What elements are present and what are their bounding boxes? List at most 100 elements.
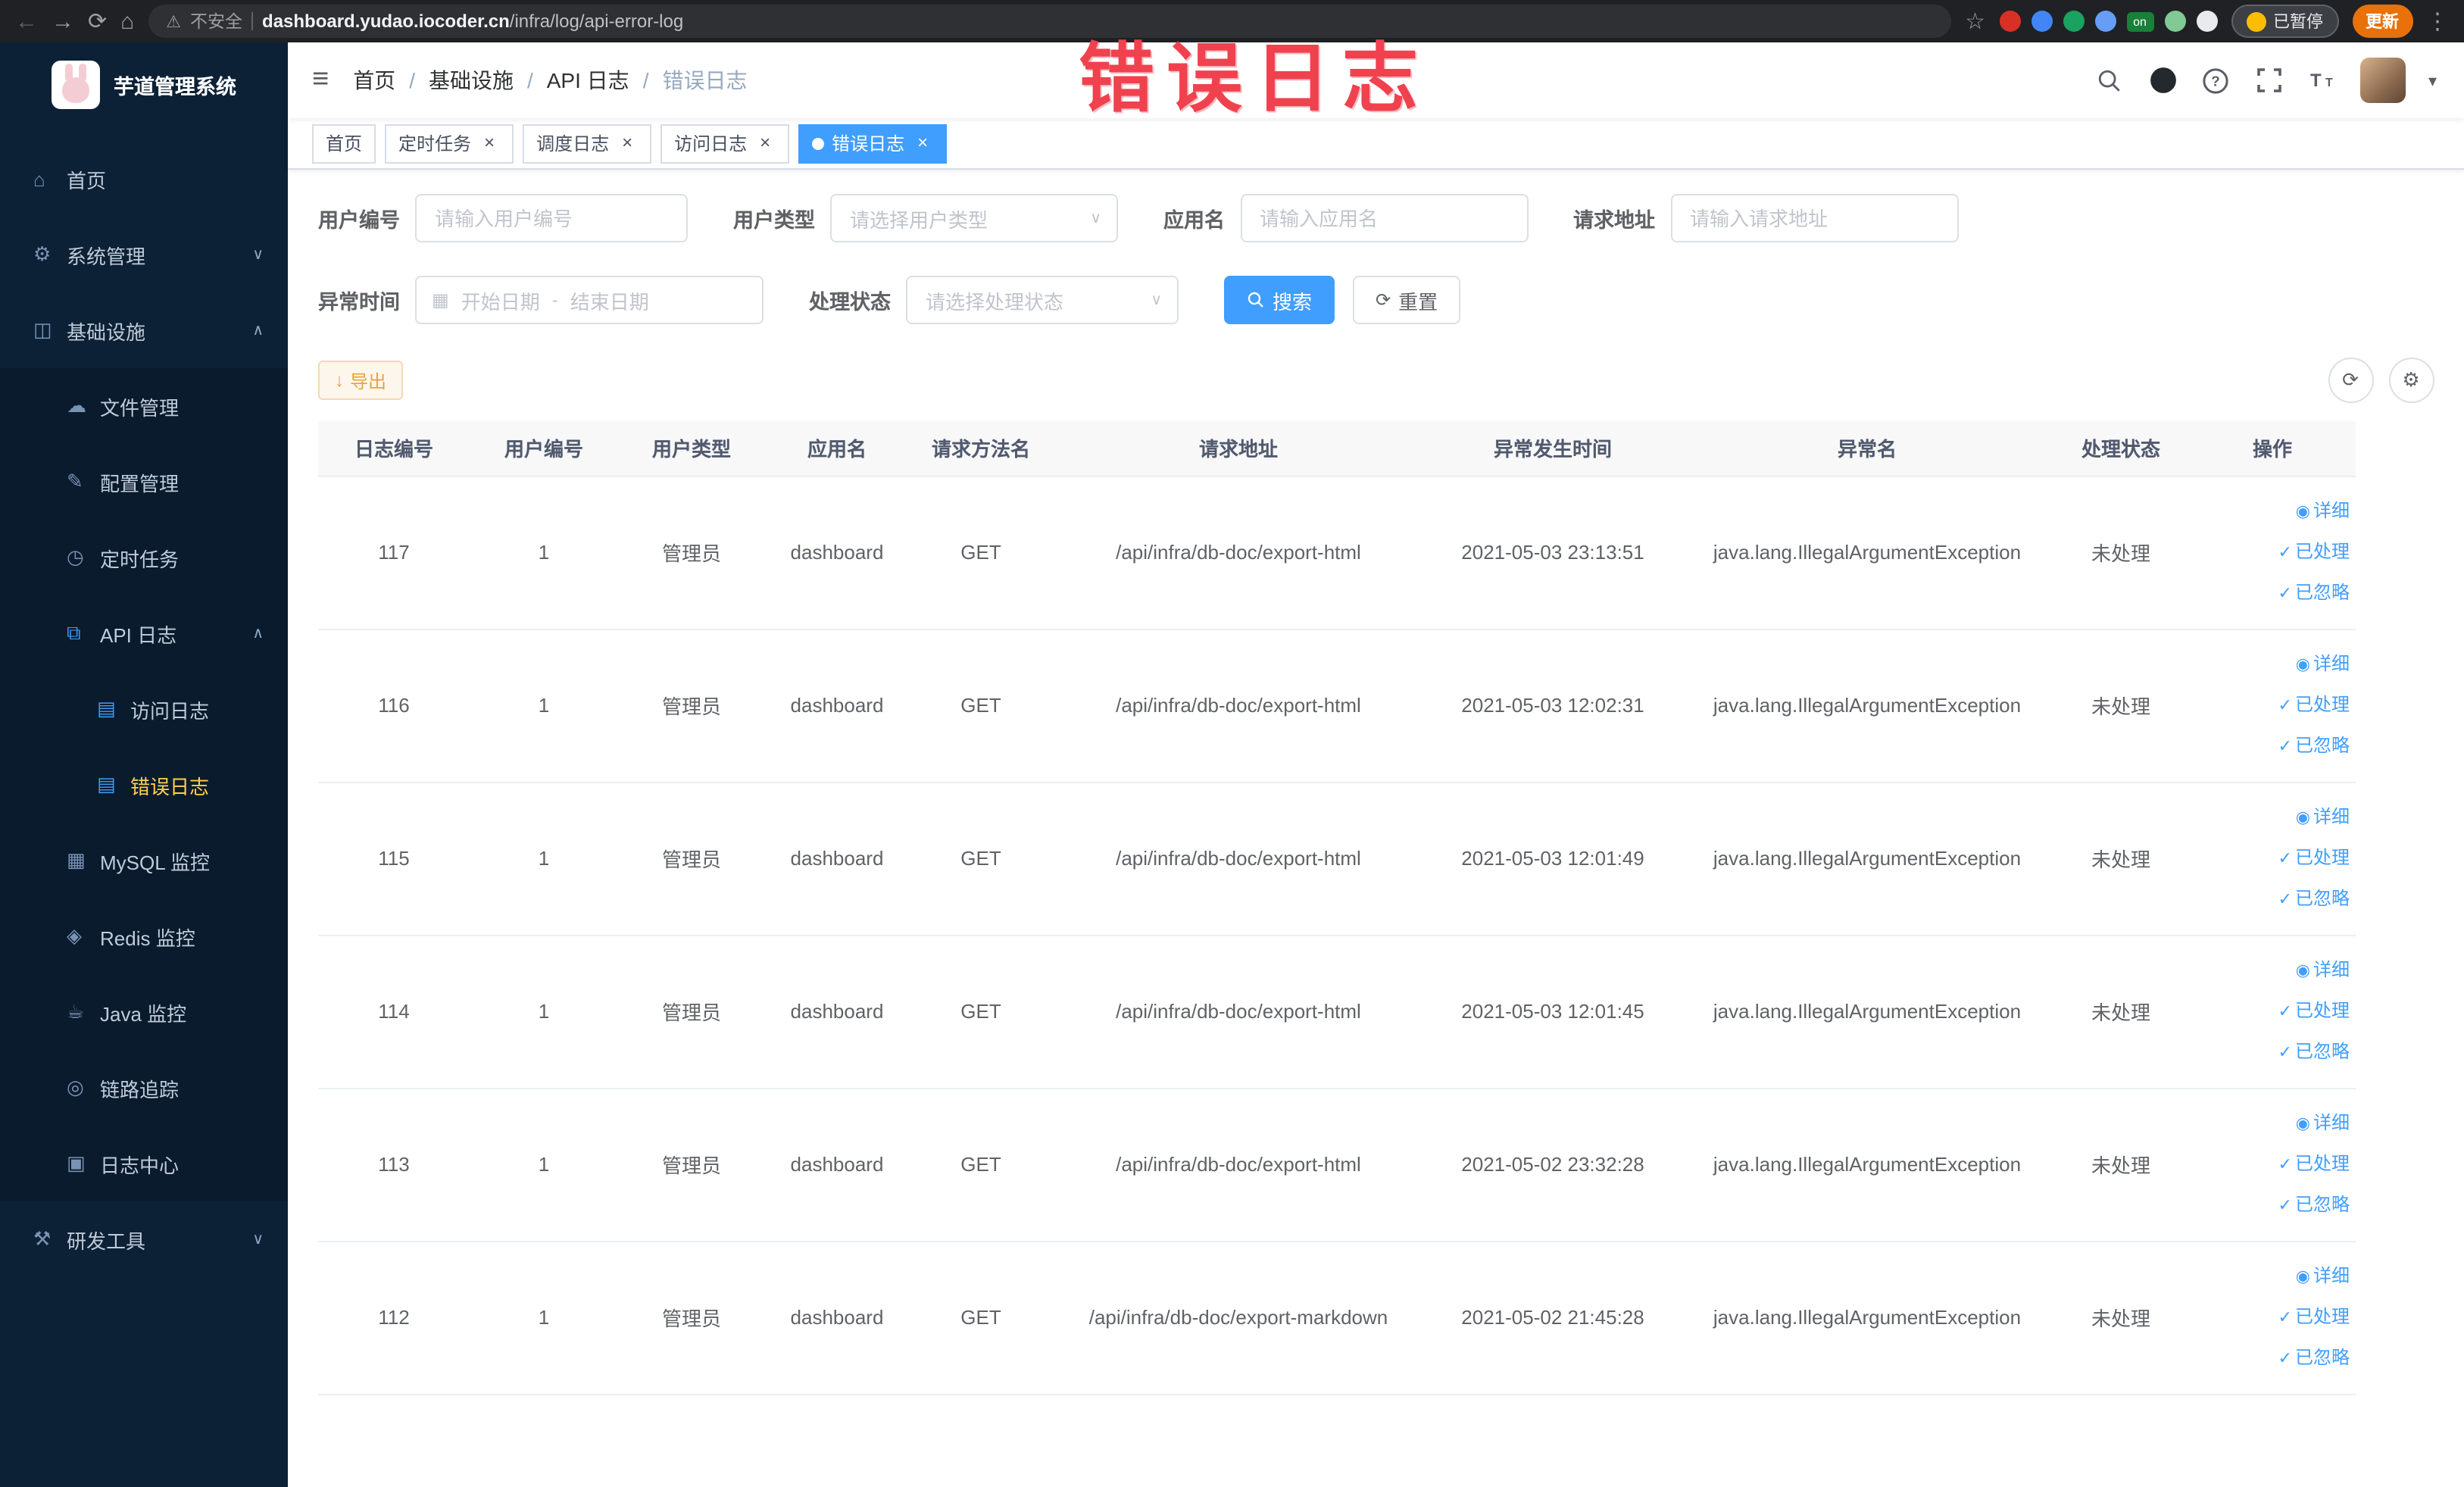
paused-label: 已暂停 [2273, 14, 2323, 32]
browser-home-icon[interactable]: ⌂ [120, 10, 134, 33]
help-icon[interactable]: ? [2201, 65, 2231, 95]
tab-scheduled-tasks[interactable]: 定时任务 × [385, 123, 514, 163]
sidebar-item-home[interactable]: ⌂ 首页 [0, 141, 288, 217]
exception-time-label: 异常时间 [318, 291, 400, 314]
sidebar-item-dev-tools[interactable]: ⚒ 研发工具 ∨ [0, 1201, 288, 1277]
action-label: 详细 [2313, 806, 2350, 827]
action-ignored-link[interactable]: ✓ 已忽略 [2197, 879, 2350, 920]
action-processed-link[interactable]: ✓ 已处理 [2197, 838, 2350, 879]
sidebar-item-infrastructure[interactable]: ◫ 基础设施 ∧ [0, 292, 288, 368]
action-ignored-link[interactable]: ✓ 已忽略 [2197, 1032, 2350, 1073]
logo[interactable]: 芋道管理系统 [0, 42, 288, 126]
sidebar-item-scheduled-tasks[interactable]: ◷ 定时任务 [0, 520, 288, 595]
update-button[interactable]: 更新 [2352, 5, 2412, 38]
sidebar-item-log-center[interactable]: ▣ 日志中心 [0, 1126, 288, 1201]
sidebar-item-access-logs[interactable]: ▤ 访问日志 [0, 671, 288, 747]
sidebar-item-redis-monitor[interactable]: ◈ Redis 监控 [0, 898, 288, 974]
sidebar-item-config-management[interactable]: ✎ 配置管理 [0, 444, 288, 520]
exception-time-range-picker[interactable]: ▦ 开始日期 - 结束日期 [415, 276, 764, 324]
export-button[interactable]: ↓ 导出 [318, 361, 404, 400]
sidebar-item-file-management[interactable]: ☁ 文件管理 [0, 368, 288, 444]
action-detail-link[interactable]: ◉ 详细 [2197, 491, 2350, 532]
tab-schedule-logs[interactable]: 调度日志 × [523, 123, 652, 163]
breadcrumb-item[interactable]: 首页 [353, 65, 395, 95]
user-type-select[interactable]: 请选择用户类型 ∨ [830, 194, 1118, 242]
tab-label: 错误日志 [832, 133, 905, 155]
tab-home[interactable]: 首页 [312, 123, 376, 163]
eye-icon: ◉ [2295, 1115, 2310, 1133]
avatar-caret-down-icon[interactable]: ▾ [2428, 70, 2437, 90]
tab-error-logs[interactable]: 错误日志 × [798, 123, 948, 163]
action-detail-link[interactable]: ◉ 详细 [2197, 950, 2350, 991]
action-processed-link[interactable]: ✓ 已处理 [2197, 1144, 2350, 1185]
extension-leaf-icon[interactable] [2164, 11, 2185, 32]
hamburger-icon[interactable]: ≡ [288, 64, 353, 97]
action-processed-link[interactable]: ✓ 已处理 [2197, 532, 2350, 573]
breadcrumb-item[interactable]: 基础设施 [429, 65, 514, 95]
refresh-table-button[interactable]: ⟳ [2328, 358, 2373, 403]
sidebar-item-java-monitor[interactable]: ☕ Java 监控 [0, 974, 288, 1050]
user-id-input[interactable] [415, 194, 688, 242]
sidebar-item-mysql-monitor[interactable]: ▦ MySQL 监控 [0, 823, 288, 898]
action-label: 详细 [2313, 1112, 2350, 1133]
close-tab-icon[interactable]: × [617, 132, 638, 154]
action-ignored-link[interactable]: ✓ 已忽略 [2197, 1185, 2350, 1226]
cell-user-type: 管理员 [618, 1088, 765, 1242]
extension-blue-drop-icon[interactable] [2031, 11, 2052, 32]
column-settings-button[interactable]: ⚙ [2388, 358, 2434, 403]
process-status-select[interactable]: 请选择处理状态 ∨ [906, 276, 1179, 324]
browser-menu-kebab-icon[interactable]: ⋮ [2426, 10, 2449, 33]
search-icon[interactable] [2095, 65, 2125, 95]
cell-url: /api/infra/db-doc/export-html [1053, 1088, 1424, 1242]
cell-app-name: dashboard [765, 629, 909, 783]
browser-back-icon[interactable]: ← [15, 10, 38, 33]
search-button-label: 搜索 [1273, 290, 1313, 313]
action-ignored-link[interactable]: ✓ 已忽略 [2197, 1338, 2350, 1379]
cell-log-id: 117 [318, 476, 470, 629]
app-name-label: 应用名 [1163, 209, 1225, 232]
bookmark-star-icon[interactable]: ☆ [1965, 10, 1985, 33]
action-processed-link[interactable]: ✓ 已处理 [2197, 991, 2350, 1032]
close-tab-icon[interactable]: × [479, 132, 500, 154]
sidebar-item-api-logs[interactable]: ⧉ API 日志 ∧ [0, 595, 288, 671]
browser-forward-icon[interactable]: → [52, 10, 74, 33]
extension-green-circle-icon[interactable] [2063, 11, 2084, 32]
extension-paw-icon[interactable] [2196, 11, 2217, 32]
tab-label: 访问日志 [674, 133, 748, 155]
search-button[interactable]: 搜索 [1224, 276, 1335, 324]
reset-button[interactable]: ⟳ 重置 [1353, 276, 1461, 324]
app-name-input[interactable] [1240, 194, 1528, 242]
breadcrumb-item[interactable]: API 日志 [547, 65, 629, 95]
action-detail-link[interactable]: ◉ 详细 [2197, 797, 2350, 838]
browser-refresh-icon[interactable]: ⟳ [88, 10, 107, 33]
close-tab-icon[interactable]: × [912, 132, 933, 154]
user-avatar[interactable] [2359, 58, 2406, 103]
extension-on-badge[interactable]: on [2126, 11, 2153, 31]
action-label: 已忽略 [2294, 1041, 2350, 1062]
sidebar-item-link-tracing[interactable]: ◎ 链路追踪 [0, 1050, 288, 1126]
action-ignored-link[interactable]: ✓ 已忽略 [2197, 726, 2350, 767]
extension-blue-grid-icon[interactable] [2094, 11, 2116, 32]
table-row: 117 1 管理员 dashboard GET/api/infra/db-doc/exp… [318, 476, 2356, 629]
action-label: 详细 [2313, 500, 2350, 521]
sidebar-item-system-management[interactable]: ⚙ 系统管理 ∨ [0, 217, 288, 292]
extension-red-icon[interactable] [1999, 11, 2020, 32]
table-header-cell: 操作 [2189, 421, 2356, 476]
address-bar[interactable]: ⚠ 不安全 dashboard.yudao.iocoder.cn/infra/l… [148, 5, 1952, 38]
tab-access-logs[interactable]: 访问日志 × [661, 123, 790, 163]
action-ignored-link[interactable]: ✓ 已忽略 [2197, 573, 2350, 614]
font-size-icon[interactable]: TT [2307, 65, 2338, 95]
user-type-placeholder: 请选择用户类型 [850, 208, 988, 231]
action-detail-link[interactable]: ◉ 详细 [2197, 1256, 2350, 1297]
action-detail-link[interactable]: ◉ 详细 [2197, 644, 2350, 685]
action-processed-link[interactable]: ✓ 已处理 [2197, 685, 2350, 726]
request-url-input[interactable] [1670, 194, 1958, 242]
action-processed-link[interactable]: ✓ 已处理 [2197, 1297, 2350, 1338]
fullscreen-icon[interactable] [2254, 65, 2284, 95]
github-icon[interactable] [2148, 65, 2178, 95]
close-tab-icon[interactable]: × [754, 132, 776, 154]
sidebar-item-error-logs[interactable]: ▤ 错误日志 [0, 747, 288, 823]
paused-profile-chip[interactable]: 已暂停 [2231, 5, 2338, 38]
action-detail-link[interactable]: ◉ 详细 [2197, 1103, 2350, 1144]
sidebar-item-label: Redis 监控 [100, 926, 195, 949]
